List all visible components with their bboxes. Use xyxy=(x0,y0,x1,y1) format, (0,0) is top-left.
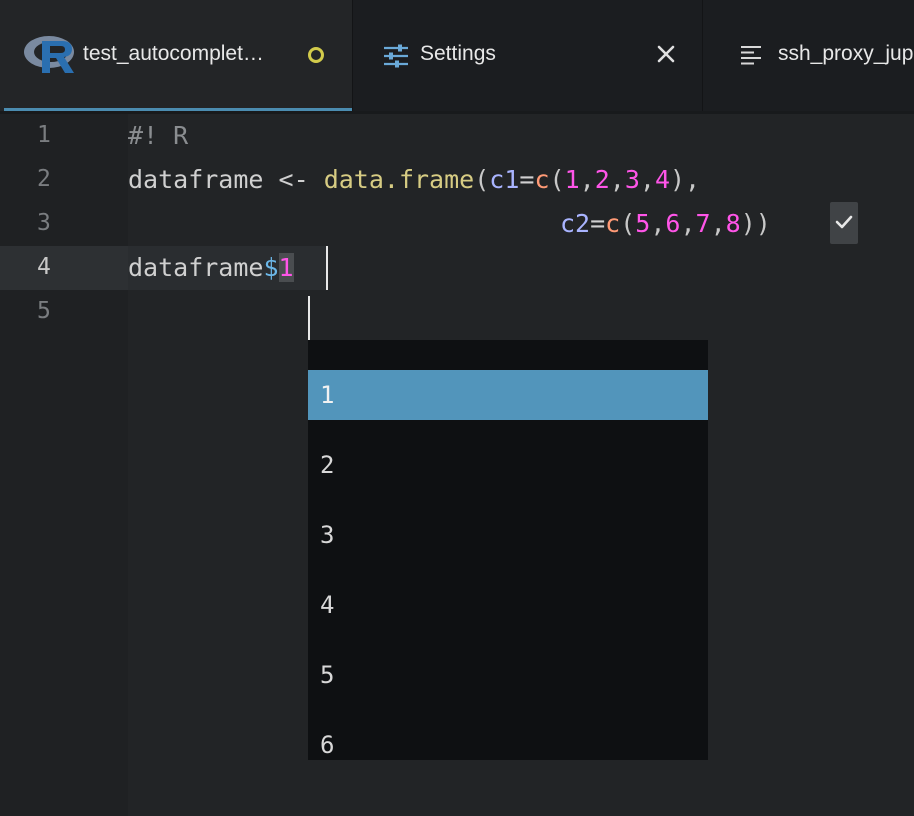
line-number-gutter: 1 2 3 4 5 xyxy=(0,114,128,816)
code-token: dataframe xyxy=(128,165,264,194)
code-token: $ xyxy=(263,253,279,282)
code-token: c xyxy=(605,209,621,238)
code-token: , xyxy=(710,209,726,238)
code-token: = xyxy=(590,209,606,238)
autocomplete-item-selected[interactable]: 1 xyxy=(308,370,708,420)
code-token: , xyxy=(680,209,696,238)
code-token: 6 xyxy=(665,209,681,238)
autocomplete-popup[interactable]: 1 2 3 4 5 6 xyxy=(308,340,708,760)
tab-label: Settings xyxy=(420,42,496,65)
checkmark-icon xyxy=(835,215,853,229)
tab-ssh-proxy[interactable]: ssh_proxy_jup xyxy=(703,0,914,111)
code-token: 2 xyxy=(594,165,610,194)
line-number: 1 xyxy=(37,122,51,148)
code-token: 1 xyxy=(564,165,580,194)
autocomplete-item[interactable]: 3 xyxy=(308,510,708,560)
code-token: ), xyxy=(670,165,701,194)
autocomplete-item[interactable]: 4 xyxy=(308,580,708,630)
close-icon[interactable] xyxy=(654,42,678,66)
code-token: c xyxy=(534,165,550,194)
gutter-line: 3 xyxy=(0,202,128,246)
lint-check-badge[interactable] xyxy=(830,202,858,244)
code-line-1[interactable]: #! R xyxy=(128,114,188,158)
code-token: 7 xyxy=(695,209,711,238)
code-token: 4 xyxy=(654,165,670,194)
shebang-comment: #! R xyxy=(128,121,189,150)
code-token: = xyxy=(519,165,535,194)
gutter-line: 1 xyxy=(0,114,128,158)
code-token: ( xyxy=(549,165,565,194)
code-token: 3 xyxy=(624,165,640,194)
line-number: 4 xyxy=(37,254,51,280)
code-token: c2 xyxy=(560,209,591,238)
typed-text-selection: 1 xyxy=(278,253,294,282)
code-token: , xyxy=(650,209,666,238)
tab-bar: test_autocomplet… Settings ssh_proxy_jup xyxy=(0,0,914,111)
code-token: ( xyxy=(474,165,490,194)
lines-icon xyxy=(741,46,761,65)
code-token: , xyxy=(609,165,625,194)
code-token: <- xyxy=(263,165,324,194)
r-logo-icon xyxy=(24,36,74,73)
code-line-3[interactable]: c2=c(5,6,7,8)) xyxy=(560,202,771,246)
code-token: dataframe xyxy=(128,253,264,282)
gutter-line-current: 4 xyxy=(0,246,128,290)
gutter-line: 2 xyxy=(0,158,128,202)
autocomplete-item[interactable]: 2 xyxy=(308,440,708,490)
code-token: 5 xyxy=(635,209,651,238)
code-token: , xyxy=(579,165,595,194)
code-token: c1 xyxy=(489,165,520,194)
code-token: ( xyxy=(620,209,636,238)
text-cursor-ghost xyxy=(308,296,310,340)
gutter-line: 5 xyxy=(0,290,128,334)
code-token: 8 xyxy=(725,209,741,238)
sliders-icon xyxy=(384,44,408,68)
code-line-4[interactable]: dataframe$1 xyxy=(128,246,294,290)
line-number: 3 xyxy=(37,210,51,236)
tab-test-autocomplete[interactable]: test_autocomplet… xyxy=(0,0,353,111)
code-token: data.frame xyxy=(323,165,475,194)
tab-label: test_autocomplet… xyxy=(83,42,264,65)
text-cursor xyxy=(326,246,328,290)
autocomplete-item[interactable]: 6 xyxy=(308,720,708,760)
tab-label: ssh_proxy_jup xyxy=(778,42,914,65)
code-token: )) xyxy=(740,209,771,238)
line-number: 5 xyxy=(37,298,51,324)
code-token: , xyxy=(639,165,655,194)
tab-settings[interactable]: Settings xyxy=(353,0,703,111)
autocomplete-item[interactable]: 5 xyxy=(308,650,708,700)
modified-indicator-icon xyxy=(308,47,324,63)
code-line-2[interactable]: dataframe <- data.frame(c1=c(1,2,3,4), xyxy=(128,158,700,202)
line-number: 2 xyxy=(37,166,51,192)
